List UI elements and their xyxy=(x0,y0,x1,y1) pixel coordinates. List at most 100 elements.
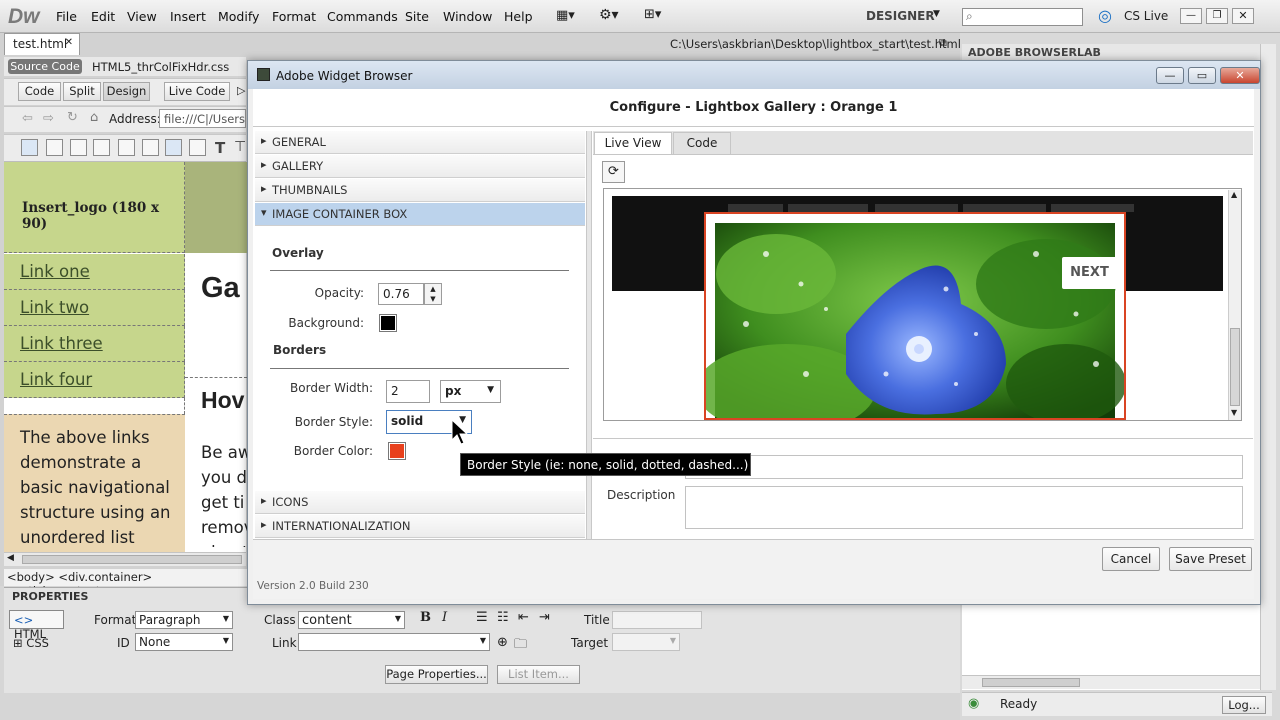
dialog-maximize-button[interactable]: ▭ xyxy=(1188,67,1216,84)
title-field[interactable] xyxy=(685,455,1243,479)
italic-icon[interactable]: I xyxy=(442,610,447,625)
restore-button[interactable]: ❐ xyxy=(1206,8,1228,24)
menu-insert[interactable]: Insert xyxy=(170,9,206,24)
live-view-arrow-icon[interactable]: ▷ xyxy=(237,84,245,97)
outdent-icon[interactable]: ⇤ xyxy=(518,610,529,625)
code-view-button[interactable]: Code xyxy=(18,82,61,101)
refresh-preview-button[interactable]: ⟳ xyxy=(602,161,625,183)
menu-view[interactable]: View xyxy=(127,9,157,24)
restore-doc-icon[interactable]: ⧉ xyxy=(939,36,947,50)
html-mode-button[interactable]: <> HTML xyxy=(9,610,64,641)
section-icons[interactable]: ICONS xyxy=(255,491,585,514)
live-code-button[interactable]: Live Code xyxy=(164,82,230,101)
id-select[interactable]: None xyxy=(135,633,233,651)
tab-live-view[interactable]: Live View xyxy=(594,132,672,154)
logo-placeholder[interactable]: Insert_logo (180 x 90) xyxy=(4,162,185,253)
minimize-button[interactable]: — xyxy=(1180,8,1202,24)
point-to-file-icon[interactable]: ⊕ xyxy=(497,635,508,650)
cancel-button[interactable]: Cancel xyxy=(1102,547,1160,571)
cs-live-icon[interactable]: ◎ xyxy=(1098,6,1112,25)
border-unit-select[interactable]: px ▼ xyxy=(440,380,501,403)
back-icon[interactable]: ⇦ xyxy=(22,111,33,126)
toolbar-css-icon[interactable] xyxy=(142,139,159,156)
menu-help[interactable]: Help xyxy=(504,9,533,24)
workspace-switcher[interactable]: DESIGNER xyxy=(866,9,935,23)
log-button[interactable]: Log... xyxy=(1222,696,1266,714)
background-color-swatch[interactable] xyxy=(379,314,397,332)
section-general[interactable]: GENERAL xyxy=(255,131,585,154)
opacity-input[interactable]: 0.76 xyxy=(378,283,424,305)
content-paragraph[interactable]: Be aw you d get ti remov about xyxy=(201,440,249,547)
scroll-left-icon[interactable]: ◀ xyxy=(7,553,14,563)
section-image-container-box[interactable]: IMAGE CONTAINER BOX xyxy=(255,203,585,226)
document-tab[interactable]: test.html ✕ xyxy=(4,33,80,55)
save-preset-button[interactable]: Save Preset xyxy=(1169,547,1252,571)
unordered-list-icon[interactable]: ☰ xyxy=(476,610,488,625)
toolbar-blocks-icon[interactable] xyxy=(165,139,182,156)
close-button[interactable]: ✕ xyxy=(1232,8,1254,24)
description-field[interactable] xyxy=(685,486,1243,529)
canvas-horizontal-scrollbar[interactable]: ◀ xyxy=(4,552,246,566)
panel-splitter[interactable] xyxy=(586,131,592,539)
dialog-minimize-button[interactable]: — xyxy=(1156,67,1184,84)
close-icon[interactable]: ✕ xyxy=(65,37,73,48)
page-properties-button[interactable]: Page Properties... xyxy=(385,665,488,684)
chevron-down-icon[interactable]: ▼ xyxy=(933,9,940,19)
preview-scrollbar[interactable]: ▲ ▼ xyxy=(1228,190,1241,420)
menu-modify[interactable]: Modify xyxy=(218,9,259,24)
cs-live-label[interactable]: CS Live xyxy=(1124,9,1168,23)
toolbar-text-icon[interactable]: T xyxy=(215,139,225,157)
link-input[interactable] xyxy=(298,633,490,651)
home-icon[interactable]: ⌂ xyxy=(90,110,98,125)
design-view-button[interactable]: Design xyxy=(103,82,150,101)
nav-link-four[interactable]: Link four xyxy=(4,362,185,398)
scroll-thumb[interactable] xyxy=(22,555,242,564)
toolbar-grid-icon[interactable] xyxy=(189,139,206,156)
css-mode-button[interactable]: ⊞ CSS xyxy=(9,634,64,653)
format-select[interactable]: Paragraph xyxy=(135,611,233,629)
address-input[interactable]: file:///C|/Users/a xyxy=(159,109,246,128)
class-select[interactable]: content xyxy=(298,611,405,629)
menu-format[interactable]: Format xyxy=(272,9,316,24)
ordered-list-icon[interactable]: ☷ xyxy=(497,610,509,625)
title-input[interactable] xyxy=(612,611,702,629)
list-item-button[interactable]: List Item... xyxy=(497,665,580,684)
bold-icon[interactable]: B xyxy=(420,610,431,625)
related-file-css[interactable]: HTML5_thrColFixHdr.css xyxy=(92,60,229,74)
search-input[interactable]: ⌕ xyxy=(962,8,1083,26)
content-heading[interactable]: Ga xyxy=(201,272,240,305)
split-view-button[interactable]: Split xyxy=(63,82,101,101)
panel-scrollbar[interactable] xyxy=(1260,44,1276,690)
target-select[interactable] xyxy=(612,633,680,651)
nav-link-two[interactable]: Link two xyxy=(4,290,185,326)
refresh-icon[interactable]: ↻ xyxy=(67,110,78,125)
menu-file[interactable]: File xyxy=(56,9,77,24)
sidebar-text[interactable]: The above links demonstrate a basic navi… xyxy=(4,414,185,552)
dialog-close-button[interactable]: ✕ xyxy=(1220,67,1260,84)
section-internationalization[interactable]: INTERNATIONALIZATION xyxy=(255,515,585,538)
panel-horizontal-scrollbar[interactable] xyxy=(962,675,1260,689)
menu-edit[interactable]: Edit xyxy=(91,9,115,24)
toolbar-more-icon[interactable]: ⊤ xyxy=(234,139,246,155)
scroll-up-icon[interactable]: ▲ xyxy=(1231,190,1237,199)
section-thumbnails[interactable]: THUMBNAILS xyxy=(255,179,585,202)
menu-site[interactable]: Site xyxy=(405,9,429,24)
scroll-down-icon[interactable]: ▼ xyxy=(1231,408,1237,417)
toolbar-page-icon[interactable] xyxy=(70,139,87,156)
toolbar-print-icon[interactable] xyxy=(46,139,63,156)
content-subheading[interactable]: Hov xyxy=(201,387,244,414)
gear-icon[interactable]: ⚙▾ xyxy=(599,7,619,23)
toolbar-layout-icon[interactable] xyxy=(21,139,38,156)
section-gallery[interactable]: GALLERY xyxy=(255,155,585,178)
toolbar-table-icon[interactable] xyxy=(118,139,135,156)
nav-link-one[interactable]: Link one xyxy=(4,254,185,290)
panel-scroll-thumb[interactable] xyxy=(982,678,1080,687)
browse-folder-icon[interactable]: 🗀 xyxy=(514,635,527,657)
border-color-swatch[interactable] xyxy=(388,442,406,460)
tag-selector[interactable]: <body> <div.container> <article.content>… xyxy=(4,569,254,598)
indent-icon[interactable]: ⇥ xyxy=(539,610,550,625)
site-icon[interactable]: ⊞▾ xyxy=(644,7,661,22)
preview-scroll-thumb[interactable] xyxy=(1230,328,1240,406)
toolbar-preview-icon[interactable] xyxy=(93,139,110,156)
source-code-button[interactable]: Source Code xyxy=(8,59,82,74)
